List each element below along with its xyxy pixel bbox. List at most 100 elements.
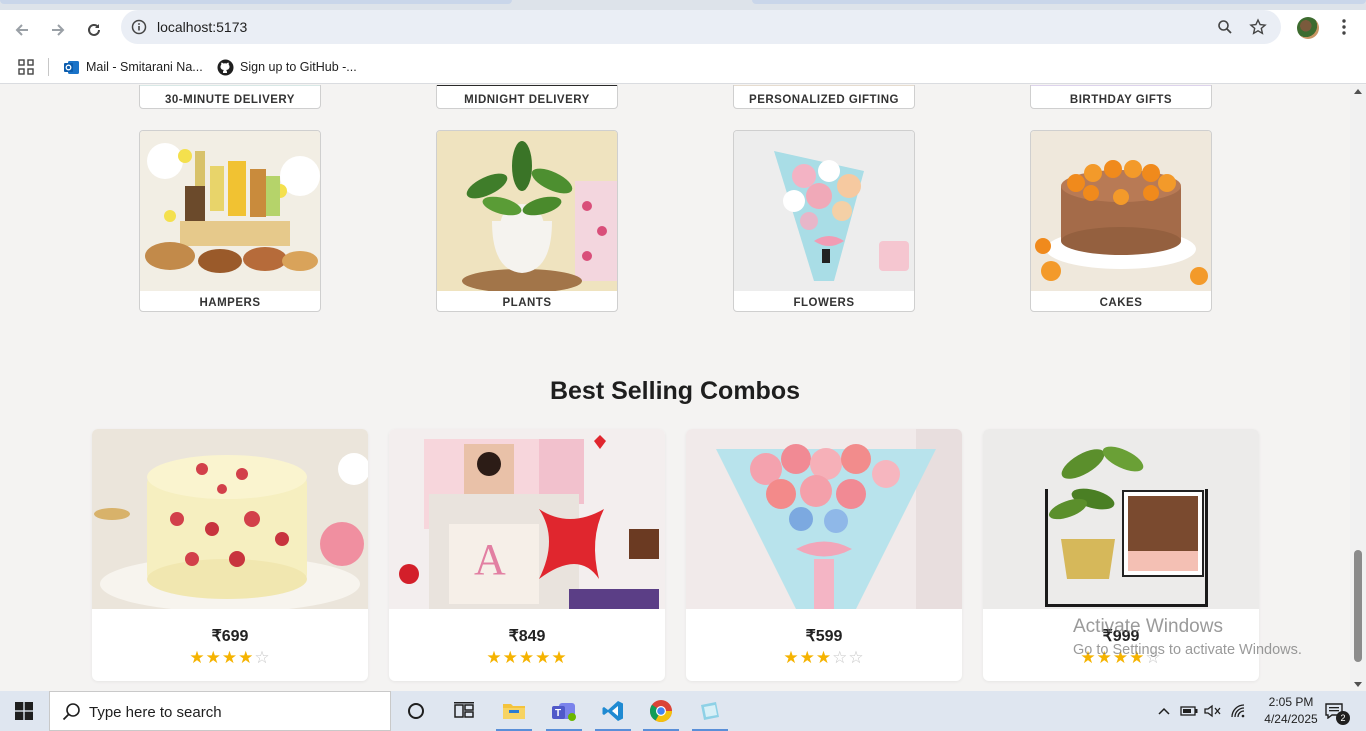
search-placeholder: Type here to search bbox=[89, 704, 222, 721]
bookmarks-divider bbox=[48, 58, 49, 76]
plant-image bbox=[437, 131, 617, 291]
network-tray[interactable] bbox=[1228, 691, 1250, 731]
category-card-hampers[interactable]: HAMPERS bbox=[139, 130, 321, 312]
zoom-icon[interactable] bbox=[1215, 17, 1235, 37]
file-explorer-button[interactable] bbox=[490, 691, 538, 731]
best-selling-title: Best Selling Combos bbox=[549, 377, 801, 405]
rating-stars: ★★★☆☆ bbox=[686, 648, 962, 668]
taskbar-clock[interactable]: 2:05 PM 4/24/2025 bbox=[1256, 694, 1326, 728]
volume-tray[interactable] bbox=[1202, 691, 1224, 731]
cortana-button[interactable] bbox=[392, 691, 440, 731]
star-filled-icon: ★ bbox=[535, 648, 552, 667]
scroll-up-arrow-icon[interactable] bbox=[1354, 89, 1362, 94]
category-label: PLANTS bbox=[502, 297, 552, 309]
star-filled-icon: ★ bbox=[518, 648, 536, 667]
address-bar[interactable]: localhost:5173 bbox=[121, 10, 1281, 44]
page-viewport: 30-MINUTE DELIVERY MIDNIGHT DELIVERY PER… bbox=[0, 85, 1350, 691]
search-icon bbox=[62, 703, 80, 721]
apps-grid-icon[interactable] bbox=[18, 55, 34, 79]
bookmark-github[interactable]: Sign up to GitHub -... bbox=[217, 55, 357, 79]
category-label: FLOWERS bbox=[793, 297, 855, 309]
gift-box-image: A bbox=[389, 429, 665, 609]
browser-toolbar: localhost:5173 bbox=[0, 10, 1366, 50]
star-filled-icon: ★ bbox=[815, 648, 833, 667]
star-filled-icon: ★ bbox=[205, 648, 222, 667]
category-card-flowers[interactable]: FLOWERS bbox=[733, 130, 915, 312]
star-filled-icon: ★ bbox=[551, 648, 568, 667]
task-view-icon bbox=[454, 702, 474, 718]
combo-card-heart-cake[interactable]: ₹699 ★★★★☆ bbox=[92, 429, 368, 681]
category-label: PERSONALIZED GIFTING bbox=[749, 94, 899, 106]
show-hidden-icons-button[interactable] bbox=[1155, 691, 1173, 731]
windows-logo-icon bbox=[15, 702, 33, 720]
reload-icon bbox=[88, 23, 100, 36]
category-label: MIDNIGHT DELIVERY bbox=[464, 94, 590, 106]
category-image bbox=[437, 85, 617, 86]
clock-time: 2:05 PM bbox=[1268, 695, 1314, 709]
page-scrollbar[interactable] bbox=[1350, 85, 1366, 691]
combo-price: ₹599 bbox=[805, 628, 843, 645]
activate-windows-watermark: Activate Windows Go to Settings to activ… bbox=[1073, 616, 1302, 658]
combo-card-rose-bouquet[interactable]: ₹599 ★★★☆☆ bbox=[686, 429, 962, 681]
battery-tray[interactable] bbox=[1178, 691, 1200, 731]
tab-left[interactable] bbox=[0, 0, 512, 4]
app-button[interactable] bbox=[686, 691, 734, 731]
category-card-personalized-gifting[interactable]: PERSONALIZED GIFTING bbox=[733, 85, 915, 109]
chrome-button[interactable] bbox=[637, 691, 685, 731]
category-card-midnight-delivery[interactable]: MIDNIGHT DELIVERY bbox=[436, 85, 618, 109]
profile-avatar[interactable] bbox=[1297, 17, 1319, 39]
tab-strip bbox=[0, 0, 1366, 10]
forward-arrow-icon bbox=[52, 24, 65, 36]
chrome-icon bbox=[650, 700, 672, 722]
task-view-button[interactable] bbox=[440, 691, 488, 731]
star-filled-icon: ★ bbox=[799, 648, 816, 667]
cake-image bbox=[1031, 131, 1211, 291]
browser-menu-icon[interactable] bbox=[1334, 17, 1354, 37]
star-filled-icon: ★ bbox=[238, 648, 255, 667]
folder-icon bbox=[503, 704, 525, 719]
outlook-icon bbox=[64, 60, 79, 74]
star-empty-icon: ☆ bbox=[832, 648, 849, 667]
url-text[interactable]: localhost:5173 bbox=[157, 19, 247, 35]
back-button[interactable] bbox=[6, 14, 38, 46]
chevron-up-icon bbox=[1158, 707, 1170, 715]
heart-cake-image bbox=[92, 429, 368, 609]
reload-button[interactable] bbox=[78, 14, 110, 46]
bookmark-mail[interactable]: Mail - Smitarani Na... bbox=[63, 55, 203, 79]
category-card-cakes[interactable]: CAKES bbox=[1030, 130, 1212, 312]
star-filled-icon: ★ bbox=[783, 648, 800, 667]
bookmark-github-label: Sign up to GitHub -... bbox=[240, 60, 357, 74]
taskbar-search-box[interactable]: Type here to search bbox=[49, 691, 391, 731]
category-label: 30-MINUTE DELIVERY bbox=[165, 94, 295, 106]
category-image bbox=[140, 85, 320, 86]
svg-text:T: T bbox=[555, 708, 561, 719]
wifi-icon bbox=[1231, 704, 1245, 718]
plant-frame-image bbox=[983, 429, 1259, 609]
svg-text:A: A bbox=[474, 535, 506, 584]
notification-count-badge: 2 bbox=[1336, 711, 1350, 725]
back-arrow-icon bbox=[15, 24, 28, 36]
teams-button[interactable]: T bbox=[540, 691, 588, 731]
start-button[interactable] bbox=[0, 691, 48, 731]
category-card-birthday-gifts[interactable]: BIRTHDAY GIFTS bbox=[1030, 85, 1212, 109]
scrollbar-thumb[interactable] bbox=[1354, 550, 1362, 662]
category-image bbox=[734, 85, 914, 86]
category-card-30-minute-delivery[interactable]: 30-MINUTE DELIVERY bbox=[139, 85, 321, 109]
category-label: HAMPERS bbox=[199, 297, 261, 309]
scroll-down-arrow-icon[interactable] bbox=[1354, 682, 1362, 687]
github-icon bbox=[217, 59, 234, 75]
site-info-icon[interactable] bbox=[129, 17, 149, 37]
flower-bouquet-image bbox=[734, 131, 914, 291]
category-image bbox=[1031, 85, 1211, 86]
category-card-plants[interactable]: PLANTS bbox=[436, 130, 618, 312]
category-label: BIRTHDAY GIFTS bbox=[1069, 94, 1173, 106]
rating-stars: ★★★★☆ bbox=[92, 648, 368, 668]
hamper-image bbox=[140, 131, 320, 291]
clock-date: 4/24/2025 bbox=[1264, 712, 1318, 726]
combo-card-personalized-box[interactable]: A ₹849 ★★★★★ bbox=[389, 429, 665, 681]
bookmark-star-icon[interactable] bbox=[1248, 17, 1268, 37]
app-icon bbox=[701, 702, 719, 720]
tab-right[interactable] bbox=[752, 0, 1366, 4]
vscode-button[interactable] bbox=[589, 691, 637, 731]
forward-button[interactable] bbox=[42, 14, 74, 46]
